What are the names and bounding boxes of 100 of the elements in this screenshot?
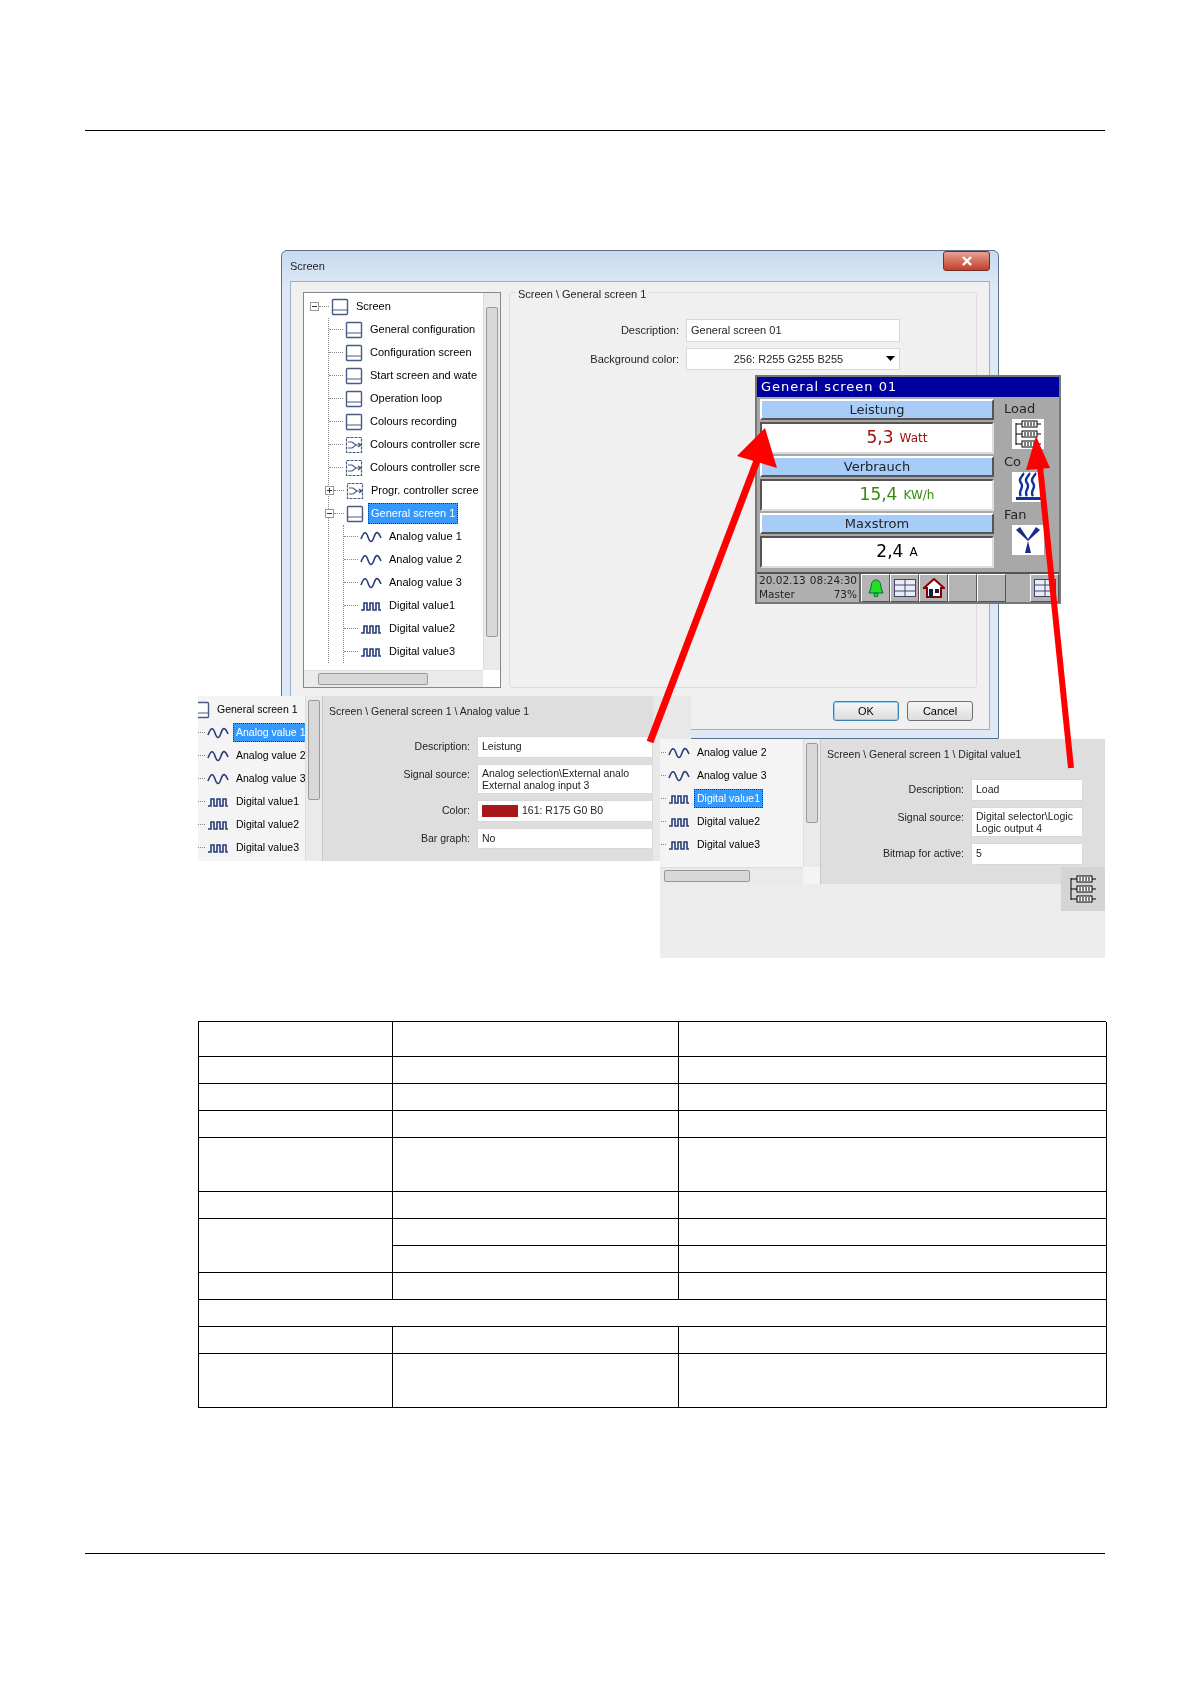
bell-icon — [867, 579, 884, 597]
tree-item[interactable]: Screen — [353, 296, 394, 317]
tree-item[interactable]: Operation loop — [367, 388, 446, 409]
value-unit: A — [909, 544, 918, 561]
status-button[interactable] — [861, 574, 890, 602]
value-number: 2,4 — [876, 540, 904, 564]
vertical-scrollbar[interactable] — [803, 739, 820, 867]
tree-item[interactable]: Digital value1 — [386, 595, 459, 616]
panel-title: Screen \ General screen 1 \ Analog value 1 — [329, 705, 530, 717]
sine-wave-icon — [207, 772, 229, 785]
square-wave-icon — [668, 815, 690, 828]
input-field[interactable]: Load — [971, 779, 1083, 801]
square-wave-icon — [668, 838, 690, 851]
tree-item[interactable]: Colours controller scre — [367, 434, 483, 455]
window-icon — [345, 389, 363, 408]
window-icon — [345, 320, 363, 339]
tree-item[interactable]: General screen 1 — [214, 699, 301, 720]
window-icon — [345, 366, 363, 385]
color-field[interactable]: 161: R175 G0 B0 — [477, 799, 653, 822]
close-icon — [960, 256, 973, 266]
value-number: 15,4 — [859, 483, 898, 507]
input-field[interactable]: Leistung — [477, 736, 653, 758]
tree-item[interactable]: Colours recording — [367, 411, 460, 432]
input-field[interactable]: General screen 01 — [686, 319, 900, 342]
vertical-scrollbar[interactable] — [483, 293, 500, 670]
tree-item[interactable]: Configuration screen — [367, 342, 475, 363]
sine-wave-icon — [360, 553, 382, 566]
square-wave-icon — [207, 818, 229, 831]
heat-wave-icon — [1013, 472, 1043, 502]
status-date: 20.02.13 — [759, 574, 807, 588]
switch-icon — [346, 481, 364, 500]
horizontal-scrollbar[interactable] — [304, 670, 483, 687]
signal-source-field[interactable]: Digital selector\Logic Logic output 4 — [971, 806, 1083, 837]
tree-item[interactable]: Analog value 3 — [694, 765, 770, 786]
tree-item[interactable]: Analog value 1 — [386, 526, 465, 547]
window-icon — [331, 297, 349, 316]
tree-item[interactable]: Analog value 2 — [386, 549, 465, 570]
input-field[interactable]: No — [477, 827, 653, 850]
expand-toggle[interactable] — [310, 302, 319, 311]
expand-toggle[interactable] — [325, 509, 334, 518]
square-wave-icon — [360, 599, 382, 612]
sine-wave-icon — [360, 576, 382, 589]
field-label: Description: — [908, 783, 964, 795]
status-time: 08:24:30 — [809, 574, 857, 588]
expand-toggle[interactable] — [325, 486, 334, 495]
field-label: Bitmap for active: — [882, 846, 964, 859]
tree-item[interactable]: Colours controller scre — [367, 457, 483, 478]
color-dropdown[interactable]: 256: R255 G255 B255 — [686, 347, 900, 370]
tree-item[interactable]: Progr. controller scree — [368, 480, 482, 501]
caret-icon — [886, 356, 895, 362]
tree-item[interactable]: Analog value 2 — [233, 745, 309, 766]
tree-item[interactable]: Digital value1 — [233, 791, 303, 812]
grid-icon — [893, 579, 916, 597]
tree-item[interactable]: General configuration — [367, 319, 479, 340]
field-label: Color: — [442, 803, 470, 816]
square-wave-icon — [360, 645, 382, 658]
cancel-button[interactable]: Cancel — [907, 701, 973, 721]
square-wave-icon — [207, 841, 229, 854]
side-label: Fan — [1003, 506, 1027, 524]
field-label: Bar graph: — [420, 831, 470, 844]
value-label: Maxstrom — [760, 513, 994, 534]
window-icon — [346, 504, 364, 523]
tree-item[interactable]: Analog value 3 — [386, 572, 465, 593]
input-field[interactable]: 5 — [971, 842, 1083, 865]
square-wave-icon — [360, 622, 382, 635]
tree-item[interactable]: Analog value 2 — [694, 742, 770, 763]
sine-wave-icon — [360, 530, 382, 543]
horizontal-scrollbar[interactable] — [660, 867, 803, 884]
signal-source-field[interactable]: Analog selection\External analo External analog input 3 — [477, 763, 653, 794]
sine-wave-icon — [668, 769, 690, 782]
home-icon — [922, 578, 945, 598]
close-button[interactable] — [943, 251, 990, 271]
side-label: Co — [1003, 453, 1022, 471]
tree-item[interactable]: Digital value3 — [386, 641, 459, 662]
tree-item[interactable]: Digital value2 — [233, 814, 303, 835]
status-button[interactable] — [890, 574, 919, 602]
side-label: Load — [1003, 400, 1036, 418]
value-unit: KW/h — [903, 487, 935, 504]
window-icon — [345, 412, 363, 431]
field-label: Signal source: — [403, 767, 470, 780]
tree-item[interactable]: Analog value 3 — [233, 768, 309, 789]
tree-item[interactable]: Digital value2 — [386, 618, 459, 639]
field-label: Signal source: — [897, 810, 964, 823]
ok-button[interactable]: OK — [833, 701, 899, 721]
status-button[interactable] — [948, 574, 977, 602]
value-number: 5,3 — [866, 426, 894, 450]
switch-icon — [345, 458, 363, 477]
field-label: Background color: — [590, 352, 679, 365]
tree-item[interactable]: Digital value2 — [694, 811, 764, 832]
square-wave-icon — [207, 795, 229, 808]
status-button[interactable] — [977, 574, 1006, 602]
status-button[interactable] — [919, 574, 948, 602]
tree-item[interactable]: Digital value3 — [694, 834, 764, 855]
tree-item[interactable]: Digital value3 — [233, 837, 303, 858]
status-percent: 73% — [832, 588, 857, 602]
square-wave-icon — [668, 792, 690, 805]
bitmap-preview-icon — [1068, 875, 1098, 903]
tree-item[interactable]: Start screen and wate — [367, 365, 480, 386]
window-icon — [345, 343, 363, 362]
vertical-scrollbar[interactable] — [305, 696, 322, 861]
